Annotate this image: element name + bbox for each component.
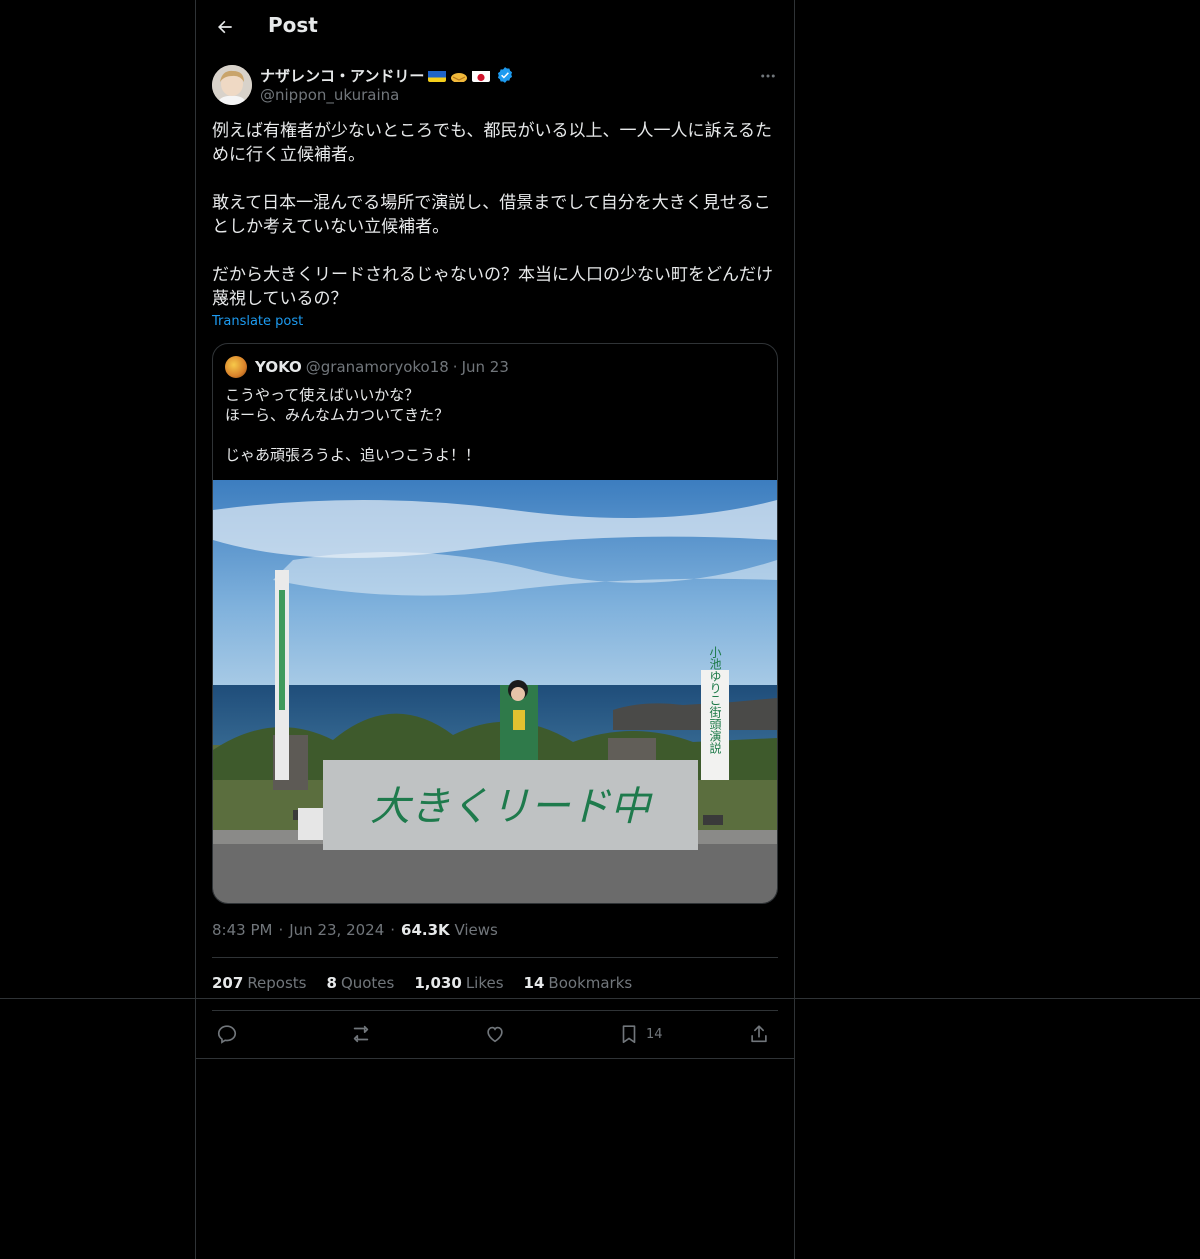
separator-dot: ·: [452, 358, 458, 376]
bookmarks-label: Bookmarks: [548, 974, 633, 992]
repost-button[interactable]: [350, 1022, 372, 1046]
views: 64.3K Views: [401, 921, 498, 939]
share-button[interactable]: [748, 1022, 770, 1046]
bookmark-icon: [622, 1025, 636, 1044]
post-author: ナザレンコ・アンドリー @nippon_ukuraina: [212, 64, 778, 108]
banner-text: 大きくリード中: [370, 784, 653, 830]
author-name-row: ナザレンコ・アンドリー: [260, 64, 514, 86]
reposts-count: 207: [212, 974, 244, 992]
share-icon: [751, 1025, 767, 1043]
divider: [212, 957, 778, 958]
likes-label: Likes: [465, 974, 504, 992]
author-handle[interactable]: @nippon_ukuraina: [260, 86, 399, 104]
bookmarks-stat[interactable]: 14 Bookmarks: [524, 974, 633, 992]
page-title: Post: [268, 13, 318, 37]
japan-flag-icon: [472, 69, 491, 82]
quoted-post-date: Jun 23: [461, 358, 509, 376]
views-count: 64.3K: [401, 921, 450, 939]
reposts-stat[interactable]: 207 Reposts: [212, 974, 307, 992]
post-date[interactable]: Jun 23, 2024: [289, 921, 384, 939]
divider: [196, 1058, 794, 1059]
verified-badge-icon: [496, 66, 514, 84]
more-icon: [761, 74, 775, 78]
bookmark-count: 14: [646, 1026, 663, 1042]
likes-stat[interactable]: 1,030 Likes: [414, 974, 503, 992]
bookmark-button[interactable]: 14: [618, 1022, 663, 1046]
quoted-avatar: [225, 356, 247, 378]
quotes-count: 8: [326, 974, 337, 992]
post-meta: 8:43 PM · Jun 23, 2024 · 64.3K Views: [212, 921, 498, 939]
action-bar: 14: [212, 1012, 778, 1057]
likes-count: 1,030: [414, 974, 462, 992]
quoted-post-text: こうやって使えばいいかな？ ほーら、みんなムカついてきた？ じゃあ頑張ろうよ、追…: [225, 386, 481, 464]
author-name[interactable]: ナザレンコ・アンドリー: [260, 65, 424, 86]
repost-icon: [353, 1025, 369, 1043]
quoted-post[interactable]: YOKO @granamoryoko18 · Jun 23 こうやって使えばいい…: [212, 343, 778, 904]
like-button[interactable]: [484, 1022, 506, 1046]
views-label: Views: [454, 921, 498, 939]
post-stats: 207 Reposts 8 Quotes 1,030 Likes 14 Bookmark…: [212, 974, 632, 992]
post-text: 例えば有権者が少ないところでも、都民がいる以上、一人一人に訴えるために行く立候補…: [212, 121, 773, 309]
quoted-author-handle: @granamoryoko18: [305, 358, 449, 376]
ukraine-flag-icon: [428, 69, 447, 82]
divider: [212, 1010, 778, 1011]
quoted-author-name: YOKO: [255, 358, 302, 376]
reposts-label: Reposts: [247, 974, 307, 992]
quoted-post-image[interactable]: 大きくリード中 小池ゆりこ街頭演説: [213, 480, 777, 904]
translate-post-link[interactable]: Translate post: [212, 314, 303, 329]
quotes-label: Quotes: [340, 974, 395, 992]
page-header: Post: [196, 0, 794, 54]
post-time[interactable]: 8:43 PM: [212, 921, 272, 939]
back-button[interactable]: [212, 14, 238, 40]
reply-button[interactable]: [216, 1022, 238, 1046]
sign-text: 小池ゆりこ街頭演説: [708, 646, 722, 755]
handshake-icon: [450, 69, 468, 82]
more-options-button[interactable]: [758, 66, 778, 86]
reply-icon: [217, 1025, 237, 1044]
avatar[interactable]: [212, 65, 252, 105]
bookmarks-count: 14: [523, 974, 545, 992]
heart-icon: [487, 1026, 503, 1043]
quoted-post-header: YOKO @granamoryoko18 · Jun 23: [225, 356, 509, 378]
quotes-stat[interactable]: 8 Quotes: [327, 974, 395, 992]
arrow-left-icon: [218, 20, 232, 34]
separator-dot: ·: [278, 921, 284, 939]
separator-dot: ·: [390, 921, 396, 939]
post-column: Post ナザレンコ・アンドリー @nippon_ukuraina 例えば有権者…: [195, 0, 795, 1259]
